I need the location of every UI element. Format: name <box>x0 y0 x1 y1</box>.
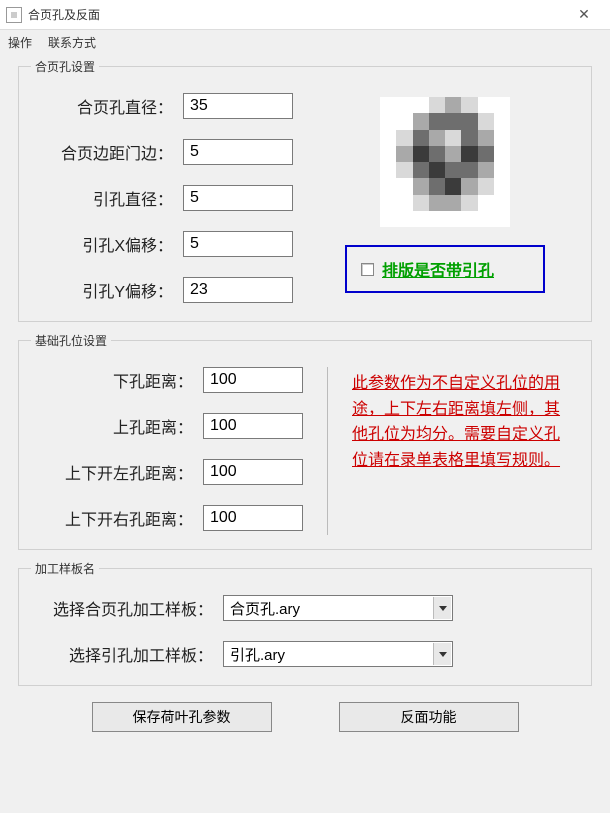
input-ud-right-dist[interactable] <box>203 505 303 531</box>
input-down-dist[interactable] <box>203 367 303 393</box>
checkbox-label: 排版是否带引孔 <box>382 257 494 281</box>
label-hinge-edge: 合页边距门边： <box>33 140 173 164</box>
chevron-down-icon[interactable] <box>433 643 451 665</box>
input-pilot-diameter[interactable] <box>183 185 293 211</box>
checkbox-icon[interactable] <box>361 263 374 276</box>
hinge-preview-image <box>380 97 510 227</box>
save-button[interactable]: 保存荷叶孔参数 <box>92 702 272 732</box>
window-title: 合页孔及反面 <box>28 6 564 23</box>
combo-tpl-hinge-value: 合页孔.ary <box>230 598 300 619</box>
label-ud-right-dist: 上下开右孔距离： <box>33 506 193 530</box>
label-tpl-hinge: 选择合页孔加工样板： <box>33 596 213 620</box>
input-hinge-edge[interactable] <box>183 139 293 165</box>
legend-hinge: 合页孔设置 <box>31 58 99 75</box>
menubar: 操作 联系方式 <box>0 30 610 54</box>
input-hinge-diameter[interactable] <box>183 93 293 119</box>
client-area: 合页孔设置 合页孔直径： 合页边距门边： 引孔直径： <box>0 54 610 813</box>
button-row: 保存荷叶孔参数 反面功能 <box>18 696 592 732</box>
app-icon <box>6 7 22 23</box>
group-base-hole-settings: 基础孔位设置 下孔距离： 上孔距离： 上下开左孔距离： <box>18 332 592 550</box>
checkbox-layout-pilot[interactable]: 排版是否带引孔 <box>345 245 545 293</box>
close-button[interactable]: ✕ <box>564 2 604 28</box>
combo-tpl-pilot-value: 引孔.ary <box>230 644 285 665</box>
vertical-divider <box>327 367 328 535</box>
input-up-dist[interactable] <box>203 413 303 439</box>
input-pilot-x[interactable] <box>183 231 293 257</box>
menu-contact[interactable]: 联系方式 <box>48 34 96 51</box>
input-pilot-y[interactable] <box>183 277 293 303</box>
label-ud-left-dist: 上下开左孔距离： <box>33 460 193 484</box>
chevron-down-icon[interactable] <box>433 597 451 619</box>
label-pilot-y: 引孔Y偏移： <box>33 278 173 302</box>
label-pilot-x: 引孔X偏移： <box>33 232 173 256</box>
group-hinge-settings: 合页孔设置 合页孔直径： 合页边距门边： 引孔直径： <box>18 58 592 322</box>
legend-base: 基础孔位设置 <box>31 332 111 349</box>
legend-template: 加工样板名 <box>31 560 99 577</box>
reverse-button[interactable]: 反面功能 <box>339 702 519 732</box>
combo-tpl-hinge[interactable]: 合页孔.ary <box>223 595 453 621</box>
combo-tpl-pilot[interactable]: 引孔.ary <box>223 641 453 667</box>
titlebar: 合页孔及反面 ✕ <box>0 0 610 30</box>
label-up-dist: 上孔距离： <box>33 414 193 438</box>
label-pilot-diameter: 引孔直径： <box>33 186 173 210</box>
label-tpl-pilot: 选择引孔加工样板： <box>33 642 213 666</box>
input-ud-left-dist[interactable] <box>203 459 303 485</box>
label-hinge-diameter: 合页孔直径： <box>33 94 173 118</box>
label-down-dist: 下孔距离： <box>33 368 193 392</box>
window: 合页孔及反面 ✕ 操作 联系方式 合页孔设置 合页孔直径： 合页边距门边： <box>0 0 610 813</box>
menu-operate[interactable]: 操作 <box>8 34 32 51</box>
base-hole-note: 此参数作为不自定义孔位的用途，上下左右距离填左侧，其他孔位为均分。需要自定义孔位… <box>352 367 577 535</box>
group-template-name: 加工样板名 选择合页孔加工样板： 合页孔.ary 选择引孔加工样板： 引孔.ar… <box>18 560 592 686</box>
